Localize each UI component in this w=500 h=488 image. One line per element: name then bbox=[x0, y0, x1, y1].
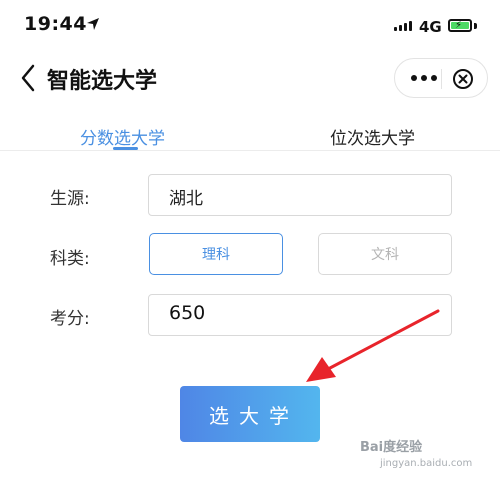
watermark-logo: Bai度经验 bbox=[360, 440, 423, 455]
annotation-arrow bbox=[306, 309, 440, 382]
watermark-url: jingyan.baidu.com bbox=[380, 458, 473, 469]
